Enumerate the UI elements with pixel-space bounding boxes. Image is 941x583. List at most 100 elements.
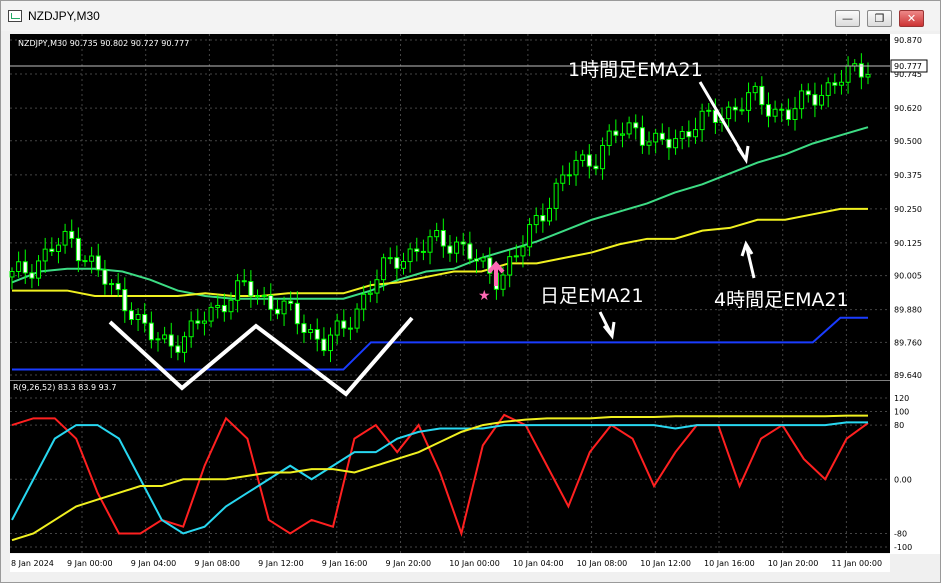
candle-body	[832, 82, 838, 86]
candle-body	[248, 281, 254, 297]
candle-body	[586, 154, 592, 167]
time-tick-label: 11 Jan 00:00	[831, 559, 882, 568]
candle-body	[845, 65, 851, 83]
candle-body	[593, 165, 599, 170]
candle-body	[122, 289, 128, 312]
candle-body	[666, 138, 672, 149]
candle-body	[819, 94, 825, 106]
candle-body	[865, 74, 871, 78]
osc-tick-label: 120	[894, 394, 909, 403]
candle-body	[772, 108, 778, 117]
candle-body	[679, 131, 685, 140]
candle-body	[732, 106, 738, 111]
candle-body	[261, 294, 267, 297]
candle-body	[95, 255, 101, 271]
candle-body	[653, 132, 659, 143]
candle-body	[553, 182, 559, 209]
osc-tick-label: 100	[894, 408, 909, 417]
candle-body	[619, 133, 625, 136]
candle-body	[75, 237, 81, 262]
candle-body	[341, 320, 347, 329]
candle-body	[692, 129, 698, 138]
candle-body	[646, 141, 652, 146]
candle-body	[434, 229, 440, 238]
candle-body	[347, 327, 353, 330]
candle-body	[460, 241, 466, 245]
candle-body	[838, 81, 844, 86]
candle-body	[241, 280, 247, 283]
candle-body	[175, 345, 181, 353]
candle-body	[533, 214, 539, 226]
candle-body	[321, 338, 327, 352]
time-tick-label: 9 Jan 12:00	[258, 559, 304, 568]
candle-body	[221, 304, 227, 313]
candle-body	[699, 110, 705, 131]
candle-body	[268, 294, 274, 310]
candle-body	[527, 224, 533, 248]
time-tick-label: 9 Jan 04:00	[131, 559, 177, 568]
price-pane[interactable]	[10, 34, 890, 380]
candle-body	[301, 323, 307, 333]
candle-body	[639, 127, 645, 146]
candle-body	[513, 255, 519, 258]
candle-body	[69, 230, 75, 239]
candle-body	[62, 230, 68, 246]
candle-body	[142, 314, 148, 324]
candle-body	[188, 320, 194, 338]
candle-body	[135, 314, 141, 320]
candle-body	[255, 295, 261, 298]
candle-body	[82, 260, 88, 263]
current-price-label: 90.777	[894, 62, 922, 71]
candle-body	[115, 283, 121, 291]
candle-body	[779, 108, 785, 111]
osc-tick-label: 0.00	[894, 475, 912, 484]
candle-body	[215, 304, 221, 308]
candle-body	[606, 130, 612, 146]
time-tick-label: 9 Jan 00:00	[67, 559, 113, 568]
candle-body	[765, 104, 771, 117]
candle-body	[42, 248, 48, 262]
candle-body	[314, 329, 320, 340]
candle-body	[467, 243, 473, 260]
candle-body	[29, 272, 35, 279]
candle-body	[580, 154, 586, 161]
candle-body	[381, 257, 387, 281]
time-tick-label: 10 Jan 04:00	[513, 559, 564, 568]
candle-body	[16, 261, 22, 273]
price-tick-label: 90.005	[894, 272, 922, 281]
candle-body	[454, 241, 460, 254]
osc-tick-label: 80	[894, 421, 904, 430]
candle-body	[168, 334, 174, 347]
candle-body	[440, 229, 446, 247]
candle-body	[109, 283, 115, 286]
time-tick-label: 9 Jan 16:00	[322, 559, 368, 568]
candle-body	[387, 257, 393, 260]
candle-body	[686, 131, 692, 138]
candle-body	[162, 334, 168, 340]
candle-body	[281, 300, 287, 315]
candle-body	[792, 108, 798, 121]
time-tick-label: 9 Jan 20:00	[386, 559, 432, 568]
candle-body	[235, 280, 241, 301]
price-tick-label: 89.640	[894, 371, 922, 380]
oscillator-pane[interactable]	[10, 381, 890, 553]
time-tick-label: 10 Jan 20:00	[768, 559, 819, 568]
annotation-ema-4h: 4時間足EMA21	[714, 289, 849, 311]
time-tick-label: 8 Jan 2024	[11, 559, 54, 568]
candle-body	[414, 248, 420, 252]
candle-body	[473, 258, 479, 262]
candle-body	[540, 214, 546, 222]
chart-canvas[interactable]: 90.87090.74590.62090.50090.37590.25090.1…	[0, 0, 941, 583]
candle-body	[288, 300, 294, 304]
price-tick-label: 90.620	[894, 104, 922, 113]
candle-body	[447, 245, 453, 254]
candle-body	[195, 320, 201, 324]
candle-body	[407, 248, 413, 263]
candle-body	[148, 322, 154, 341]
candle-body	[480, 257, 486, 262]
candle-body	[812, 94, 818, 106]
candle-body	[633, 122, 639, 129]
candle-body	[573, 159, 579, 176]
candle-body	[659, 132, 665, 140]
candle-body	[546, 207, 552, 222]
